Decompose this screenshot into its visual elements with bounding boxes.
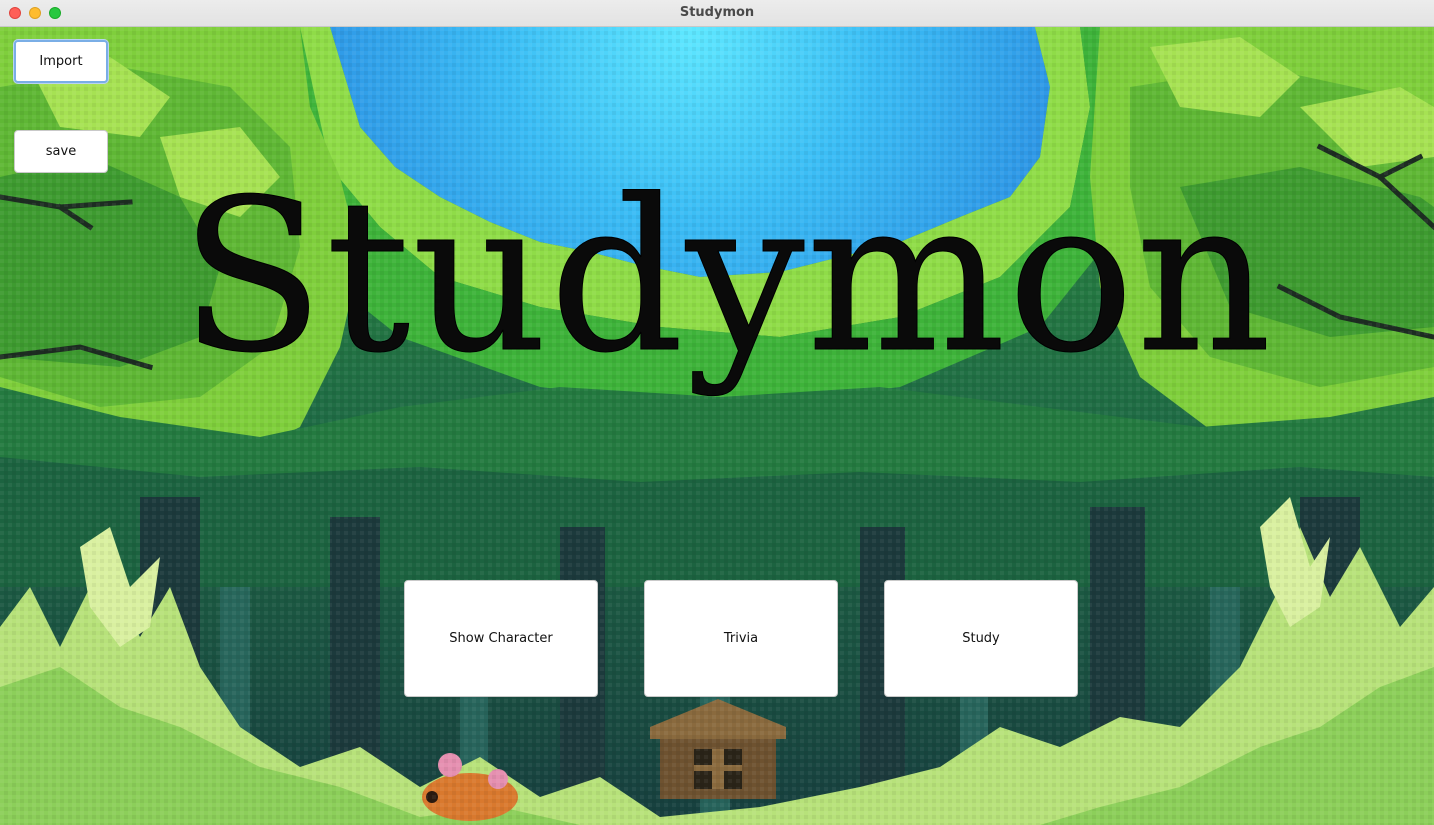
app-window: Studymon Import save Studymon Show Chara… (0, 0, 1434, 825)
save-button[interactable]: save (14, 130, 108, 173)
forest-background: Import save Studymon Show Character Triv… (0, 27, 1434, 825)
import-button[interactable]: Import (14, 40, 108, 83)
show-character-button[interactable]: Show Character (404, 580, 598, 697)
forest-illustration (0, 27, 1434, 825)
window-title: Studymon (679, 5, 755, 20)
study-button[interactable]: Study (884, 580, 1078, 697)
app-title-logo: Studymon (180, 154, 1274, 399)
title-bar: Studymon (0, 0, 1434, 27)
trivia-button[interactable]: Trivia (644, 580, 838, 697)
